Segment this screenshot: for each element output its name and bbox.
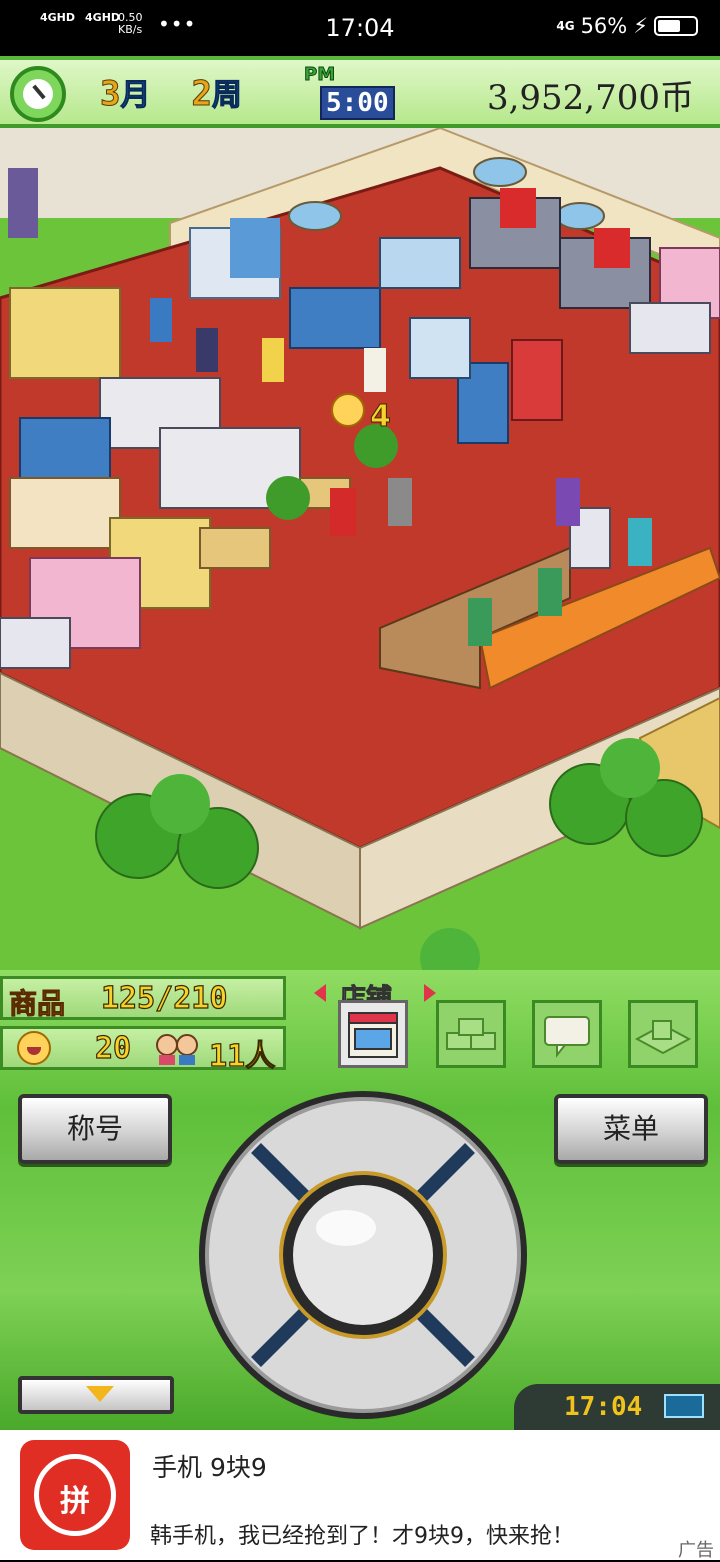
ampm-label: PM	[303, 64, 336, 86]
goods-stat: 商品 125/210	[0, 976, 286, 1021]
tree-3	[150, 774, 210, 834]
customer-1	[150, 298, 172, 342]
title-button[interactable]: 称号	[18, 1094, 172, 1164]
display-table-2	[379, 237, 461, 289]
ad-tag: 广告	[678, 1540, 714, 1561]
goods-value: 125/210	[100, 980, 228, 1016]
white-machine-1	[629, 302, 711, 354]
customer-2	[196, 328, 218, 372]
status-right: 4G 56% ⚡	[556, 14, 698, 38]
tree-6	[600, 738, 660, 798]
money-display: 3,952,700币	[486, 78, 694, 118]
clock-icon[interactable]	[10, 66, 66, 122]
store-icon	[348, 1012, 398, 1058]
display-table-3	[19, 417, 111, 479]
month-unit: 月	[120, 78, 151, 114]
scooter-2	[594, 228, 630, 268]
satisfaction-bubble-icon	[331, 393, 365, 427]
satisfaction-stat: 20 11人	[0, 1026, 286, 1075]
ad-title[interactable]: 手机 9块9	[152, 1448, 267, 1484]
tab-prev-arrow-icon[interactable]	[314, 984, 326, 1002]
shelf-2	[409, 317, 471, 379]
tab-money-icon[interactable]	[436, 1000, 506, 1068]
window-1	[288, 201, 342, 231]
game-field[interactable]: 4	[0, 128, 720, 970]
ad-app-icon[interactable]: 拼	[20, 1440, 130, 1550]
ad-icon-text: 拼	[60, 1484, 90, 1519]
ad-banner[interactable]: 拼 手机 9块9 韩手机，我已经抢到了！才9块9，快来抢！ 广告	[0, 1430, 720, 1561]
bench-1	[199, 527, 271, 569]
town-map-icon	[634, 1020, 692, 1055]
smile-icon	[17, 1031, 51, 1065]
ad-description[interactable]: 韩手机，我已经抢到了！才9块9，快来抢！	[150, 1518, 574, 1550]
scooter-1	[500, 188, 536, 228]
battery-icon	[654, 16, 698, 36]
tab-map-icon[interactable]	[628, 1000, 698, 1068]
customer-4	[364, 348, 386, 392]
satisfaction-value: 20	[94, 1030, 132, 1066]
goods-label: 商品	[8, 987, 66, 1021]
food-stand	[9, 477, 121, 549]
menu-button[interactable]: 菜单	[554, 1094, 708, 1164]
money-stack-icon	[446, 1018, 496, 1050]
vending-stand-1	[9, 287, 121, 379]
dpad-center-button	[293, 1185, 433, 1325]
store-scene[interactable]: 4	[0, 128, 720, 970]
tab-chat-icon[interactable]	[532, 1000, 602, 1068]
week-value: 2	[191, 74, 213, 115]
plant-1	[266, 476, 310, 520]
scroll-down-button[interactable]	[18, 1376, 174, 1414]
customer-6	[388, 478, 412, 526]
dpad-controller[interactable]	[196, 1088, 530, 1422]
device-clock-time: 17:04	[564, 1392, 643, 1422]
vending-machine-red	[511, 339, 563, 421]
staff-2	[468, 598, 492, 646]
visitors-icon	[156, 1034, 198, 1065]
device-clock-panel: 17:04	[514, 1384, 720, 1430]
game-time: 5:00	[320, 86, 395, 120]
week-unit: 周	[211, 78, 242, 114]
tab-store-icon[interactable]	[338, 1000, 408, 1068]
shelf-goods-1	[230, 218, 280, 278]
speech-bubble-icon	[544, 1016, 590, 1058]
game-date: 3月 2周	[99, 70, 242, 115]
window-3	[555, 202, 605, 230]
customer-8	[628, 518, 652, 566]
game-top-bar: 3月 2周 PM 5:00 3,952,700币	[0, 56, 720, 128]
signal-label: 4G	[556, 19, 575, 33]
customer-entrance	[8, 168, 38, 238]
month-value: 3	[99, 74, 121, 115]
battery-percent: 56%	[580, 14, 628, 38]
battery-mini-icon	[664, 1394, 704, 1418]
visitors-value: 11人	[208, 1038, 276, 1074]
customer-7	[556, 478, 580, 526]
white-machine-2	[0, 617, 71, 669]
status-bar: 4GHD 4GHD 0.50 KB/s ••• 17:04 4G 56% ⚡	[0, 0, 720, 56]
display-table-1	[289, 287, 381, 349]
customer-king	[330, 488, 356, 536]
satisfaction-bubble-number: 4	[370, 399, 391, 434]
staff-1	[538, 568, 562, 616]
charging-icon: ⚡	[633, 14, 648, 38]
tab-next-arrow-icon[interactable]	[424, 984, 436, 1002]
customer-3	[262, 338, 284, 382]
window-2	[473, 157, 527, 187]
